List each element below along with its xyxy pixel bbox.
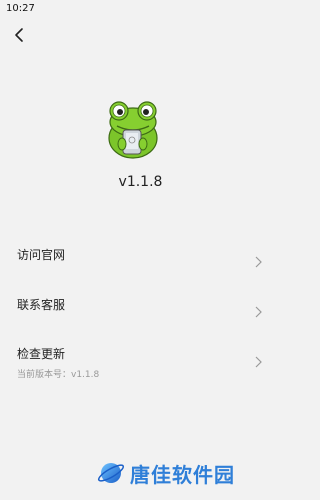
chevron-right-icon	[255, 356, 262, 368]
planet-icon	[97, 463, 125, 483]
chevron-left-icon	[15, 28, 23, 42]
current-version-text: 当前版本号：v1.1.8	[17, 370, 100, 380]
chevron-right-icon	[255, 256, 262, 268]
status-bar: 10:27	[0, 0, 281, 18]
menu-label: 检查更新	[17, 347, 66, 361]
frog-logo-icon	[105, 100, 161, 160]
menu-label: 访问官网	[17, 248, 66, 262]
menu-label: 联系客服	[17, 298, 66, 312]
app-version: v1.1.8	[118, 174, 163, 190]
menu-item-visit-website[interactable]: 访问官网	[0, 238, 281, 282]
back-button[interactable]	[8, 24, 30, 46]
menu-item-contact-support[interactable]: 联系客服	[0, 290, 281, 334]
status-time: 10:27	[6, 3, 35, 14]
menu-item-check-update[interactable]: 检查更新 当前版本号：v1.1.8	[0, 340, 281, 384]
watermark: 唐佳软件园	[96, 457, 235, 489]
chevron-right-icon	[255, 306, 262, 318]
watermark-text: 唐佳软件园	[130, 462, 235, 487]
